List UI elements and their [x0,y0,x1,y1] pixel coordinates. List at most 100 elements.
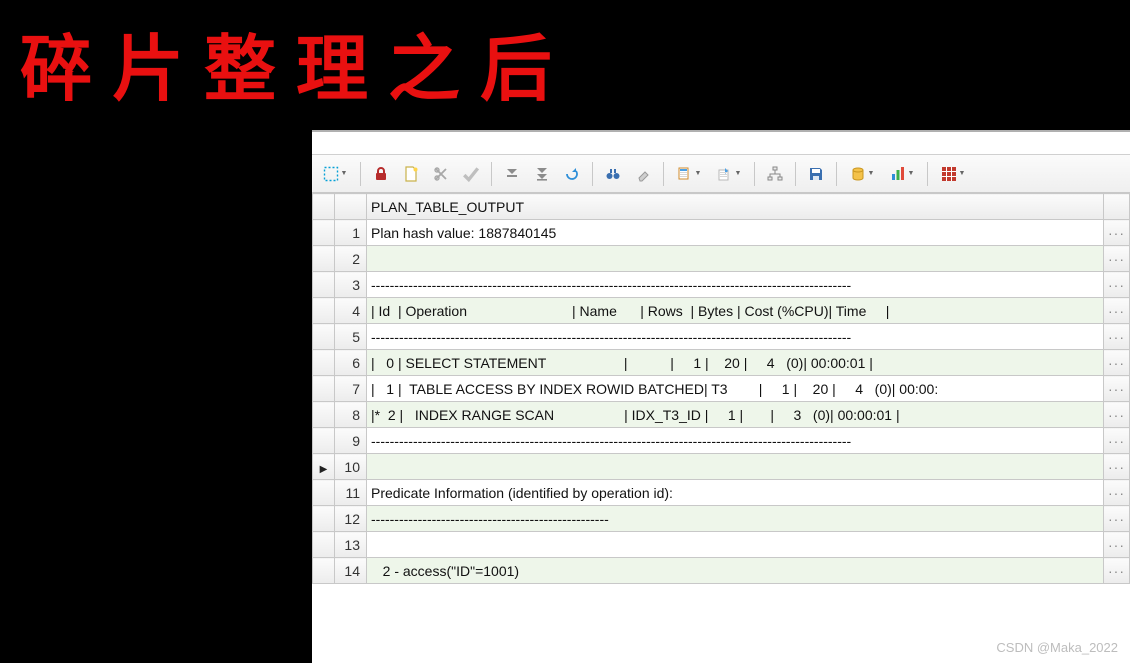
data-cell[interactable]: Plan hash value: 1887840145 [367,220,1104,246]
data-cell[interactable] [367,454,1104,480]
data-cell[interactable]: Predicate Information (identified by ope… [367,480,1104,506]
table-row[interactable]: 8|* 2 | INDEX RANGE SCAN | IDX_T3_ID | 1… [313,402,1130,428]
row-more-button[interactable]: ··· [1104,324,1130,350]
separator [592,162,593,186]
gutter-cell [313,532,335,558]
gutter-cell [313,324,335,350]
dropdown-icon: ▼ [868,170,875,177]
grid-doc-icon [677,166,693,182]
separator [663,162,664,186]
arrow-down-bar-icon [505,167,519,181]
table-row[interactable]: 9---------------------------------------… [313,428,1130,454]
data-cell[interactable]: | 0 | SELECT STATEMENT | | 1 | 20 | 4 (0… [367,350,1104,376]
row-number-cell: 3 [335,272,367,298]
table-row[interactable]: 13··· [313,532,1130,558]
table-row[interactable]: 7| 1 | TABLE ACCESS BY INDEX ROWID BATCH… [313,376,1130,402]
chart-button[interactable]: ▼ [883,160,921,188]
table-row[interactable]: 6| 0 | SELECT STATEMENT | | 1 | 20 | 4 (… [313,350,1130,376]
row-more-button[interactable]: ··· [1104,298,1130,324]
table-row[interactable]: 3---------------------------------------… [313,272,1130,298]
last-row-button[interactable] [528,160,556,188]
row-more-button[interactable]: ··· [1104,532,1130,558]
data-cell[interactable]: ----------------------------------------… [367,428,1104,454]
row-number-cell: 4 [335,298,367,324]
lock-button[interactable] [367,160,395,188]
column-header[interactable]: PLAN_TABLE_OUTPUT [367,194,1104,220]
row-more-button[interactable]: ··· [1104,428,1130,454]
row-number-cell: 5 [335,324,367,350]
separator [927,162,928,186]
tree-diagram-icon [767,166,783,182]
database-button[interactable]: ▼ [843,160,881,188]
top-hint-area [312,132,1130,155]
select-region-button[interactable]: ▼ [316,160,354,188]
data-cell[interactable] [367,532,1104,558]
refresh-button[interactable] [558,160,586,188]
grid-header-row: PLAN_TABLE_OUTPUT [313,194,1130,220]
table-row[interactable]: 14 2 - access("ID"=1001)··· [313,558,1130,584]
data-cell[interactable]: 2 - access("ID"=1001) [367,558,1104,584]
gutter-cell [313,350,335,376]
commit-button[interactable] [457,160,485,188]
data-cell[interactable]: ----------------------------------------… [367,506,1104,532]
find-button[interactable] [599,160,627,188]
row-more-button[interactable]: ··· [1104,272,1130,298]
query-builder-button[interactable] [761,160,789,188]
table-row[interactable]: 2 ··· [313,246,1130,272]
row-number-cell: 14 [335,558,367,584]
data-cell[interactable]: ----------------------------------------… [367,272,1104,298]
gutter-cell [313,376,335,402]
gutter-cell: ▶ [313,454,335,480]
data-grid[interactable]: PLAN_TABLE_OUTPUT 1Plan hash value: 1887… [312,193,1130,584]
delete-button[interactable] [427,160,455,188]
dropdown-icon: ▼ [908,170,915,177]
row-more-button[interactable]: ··· [1104,376,1130,402]
dropdown-icon: ▼ [341,170,348,177]
gutter-cell [313,506,335,532]
row-more-button[interactable]: ··· [1104,454,1130,480]
binoculars-icon [605,166,621,182]
table-row[interactable]: 5---------------------------------------… [313,324,1130,350]
gutter-cell [313,246,335,272]
row-more-button[interactable]: ··· [1104,558,1130,584]
copy-button[interactable]: ▼ [670,160,708,188]
row-more-button[interactable]: ··· [1104,506,1130,532]
data-cell[interactable] [367,246,1104,272]
save-button[interactable] [802,160,830,188]
table-row[interactable]: 4| Id | Operation | Name | Rows | Bytes … [313,298,1130,324]
data-cell[interactable]: |* 2 | INDEX RANGE SCAN | IDX_T3_ID | 1 … [367,402,1104,428]
bar-chart-icon [890,166,906,182]
check-icon [462,165,480,183]
table-row[interactable]: 11Predicate Information (identified by o… [313,480,1130,506]
table-row[interactable]: ▶10··· [313,454,1130,480]
table-row[interactable]: 12--------------------------------------… [313,506,1130,532]
gutter-cell [313,402,335,428]
dashed-rect-icon [323,166,339,182]
watermark: CSDN @Maka_2022 [996,640,1118,655]
separator [491,162,492,186]
gutter-cell [313,272,335,298]
new-button[interactable] [397,160,425,188]
page-icon [403,166,419,182]
data-cell[interactable]: | Id | Operation | Name | Rows | Bytes |… [367,298,1104,324]
clear-button[interactable] [629,160,657,188]
row-more-button[interactable]: ··· [1104,480,1130,506]
grid-view-button[interactable]: ▼ [934,160,972,188]
row-number-cell: 1 [335,220,367,246]
row-number-cell: 9 [335,428,367,454]
data-cell[interactable]: | 1 | TABLE ACCESS BY INDEX ROWID BATCHE… [367,376,1104,402]
separator [360,162,361,186]
row-more-button[interactable]: ··· [1104,350,1130,376]
export-icon [717,166,733,182]
gutter-cell [313,220,335,246]
first-row-button[interactable] [498,160,526,188]
export-button[interactable]: ▼ [710,160,748,188]
row-more-button[interactable]: ··· [1104,220,1130,246]
table-row[interactable]: 1Plan hash value: 1887840145··· [313,220,1130,246]
row-more-button[interactable]: ··· [1104,246,1130,272]
row-number-cell: 2 [335,246,367,272]
row-more-button[interactable]: ··· [1104,402,1130,428]
rownum-header-cell [335,194,367,220]
data-cell[interactable]: ----------------------------------------… [367,324,1104,350]
database-icon [850,166,866,182]
